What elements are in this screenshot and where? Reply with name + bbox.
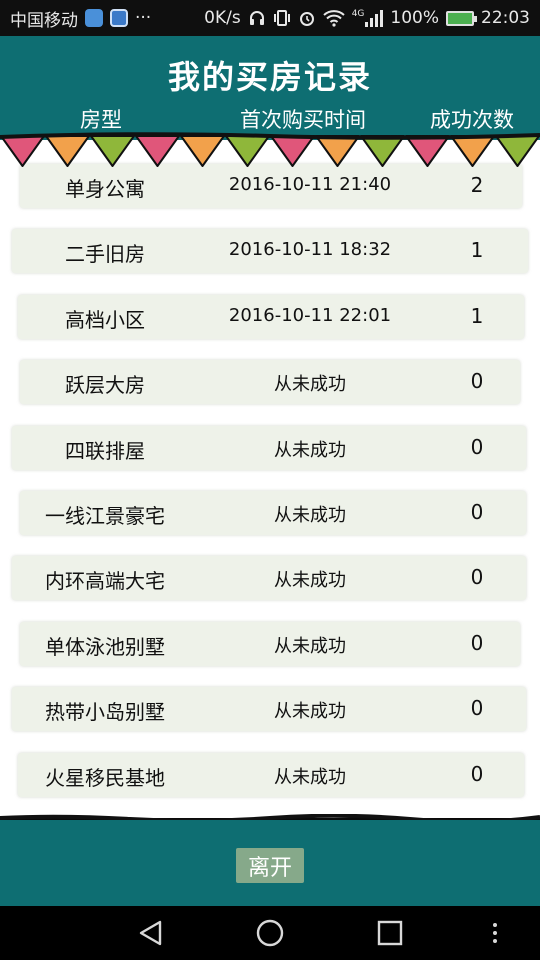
status-bar-right: 0K/s 4G 100% 22:03 xyxy=(204,8,530,28)
success-count: 2 xyxy=(470,173,484,197)
list-item: 四联排屋 从未成功 0 xyxy=(12,425,526,470)
vibrate-icon xyxy=(273,10,290,26)
house-type: 高档小区 xyxy=(65,307,145,332)
list-item: 单体泳池别墅 从未成功 0 xyxy=(20,621,520,666)
list-item: 一线江景豪宅 从未成功 0 xyxy=(20,491,526,535)
first-purchase-time: 从未成功 xyxy=(274,766,346,788)
wifi-icon xyxy=(323,10,345,27)
app-badge-icon xyxy=(110,9,128,27)
list-item: 火星移民基地 从未成功 0 xyxy=(18,752,524,797)
signal-4g-icon: 4G xyxy=(352,9,384,27)
first-purchase-time: 2016-10-11 22:01 xyxy=(228,304,392,326)
home-icon[interactable] xyxy=(255,918,285,948)
first-purchase-time: 从未成功 xyxy=(274,635,346,657)
first-purchase-time: 2016-10-11 18:32 xyxy=(228,239,392,261)
bunting-flag xyxy=(270,135,315,167)
bunting-flag xyxy=(315,135,360,167)
recents-icon[interactable] xyxy=(375,918,405,948)
house-type: 火星移民基地 xyxy=(45,765,165,790)
record-list[interactable]: 单身公寓 2016-10-11 21:40 2 二手旧房 2016-10-11 18:3… xyxy=(0,140,540,818)
first-purchase-time: 从未成功 xyxy=(274,374,346,396)
column-header-first-time: 首次购买时间 xyxy=(240,108,366,132)
list-item: 高档小区 2016-10-11 22:01 1 xyxy=(18,294,524,339)
bunting-decoration xyxy=(0,132,540,167)
success-count: 1 xyxy=(470,238,484,263)
clock: 22:03 xyxy=(481,8,530,28)
bunting-flag xyxy=(405,135,450,167)
house-type: 二手旧房 xyxy=(65,242,145,267)
bunting-flag xyxy=(495,135,540,167)
leave-button[interactable]: 离开 xyxy=(236,848,304,883)
list-item: 内环高端大宅 从未成功 0 xyxy=(12,556,526,601)
network-type-label: 4G xyxy=(351,9,365,19)
house-type: 跃层大房 xyxy=(65,373,145,398)
bunting-flag xyxy=(225,135,270,167)
back-icon[interactable] xyxy=(136,918,166,948)
app-badge-icon xyxy=(85,9,103,27)
bunting-flag xyxy=(0,135,45,167)
list-item: 跃层大房 从未成功 0 xyxy=(20,360,520,405)
bunting-flag xyxy=(180,135,225,167)
success-count: 0 xyxy=(470,434,484,459)
first-purchase-time: 2016-10-11 21:40 xyxy=(228,174,392,195)
battery-icon xyxy=(446,10,477,26)
bunting-flag xyxy=(90,135,135,167)
navigation-bar xyxy=(0,906,540,960)
house-type: 内环高端大宅 xyxy=(45,569,165,594)
carrier-label: 中国移动 xyxy=(10,10,78,31)
headphones-icon xyxy=(249,11,264,25)
first-purchase-time: 从未成功 xyxy=(274,505,346,526)
first-purchase-time: 从未成功 xyxy=(274,439,346,461)
first-purchase-time: 从未成功 xyxy=(274,701,346,723)
first-purchase-time: 从未成功 xyxy=(274,570,346,592)
alarm-icon xyxy=(299,12,314,26)
success-count: 0 xyxy=(470,630,484,655)
list-item: 二手旧房 2016-10-11 18:32 1 xyxy=(12,229,528,274)
page-title: 我的买房记录 xyxy=(167,58,372,96)
house-type: 热带小岛别墅 xyxy=(45,700,165,725)
status-bar: 中国移动 ··· 0K/s 4G 100% 22:03 xyxy=(0,0,540,36)
app-root: 中国移动 ··· 0K/s 4G 100% 22:03 我的买房记录 房型 首次… xyxy=(0,0,540,960)
bunting-flag xyxy=(360,135,405,167)
bunting-flag xyxy=(450,135,495,167)
battery-percent: 100% xyxy=(390,8,439,28)
header: 我的买房记录 房型 首次购买时间 成功次数 xyxy=(0,36,540,140)
bunting-flag xyxy=(45,135,90,167)
success-count: 1 xyxy=(470,303,484,328)
column-header-type: 房型 xyxy=(80,108,122,132)
more-dots-icon: ··· xyxy=(135,8,152,28)
house-type: 四联排屋 xyxy=(65,438,145,463)
net-speed: 0K/s xyxy=(204,8,241,28)
success-count: 0 xyxy=(470,761,484,786)
list-item: 热带小岛别墅 从未成功 0 xyxy=(12,687,526,732)
menu-dots-icon[interactable] xyxy=(480,918,510,948)
success-count: 0 xyxy=(470,696,484,721)
house-type: 一线江景豪宅 xyxy=(45,504,165,528)
status-bar-left: 中国移动 ··· xyxy=(10,6,151,31)
success-count: 0 xyxy=(470,565,484,590)
success-count: 0 xyxy=(470,369,484,394)
bunting-flag xyxy=(135,135,180,167)
footer: 离开 xyxy=(0,820,540,906)
house-type: 单体泳池别墅 xyxy=(45,634,165,659)
house-type: 单身公寓 xyxy=(65,177,145,201)
success-count: 0 xyxy=(470,500,484,524)
column-header-success-count: 成功次数 xyxy=(430,108,514,132)
